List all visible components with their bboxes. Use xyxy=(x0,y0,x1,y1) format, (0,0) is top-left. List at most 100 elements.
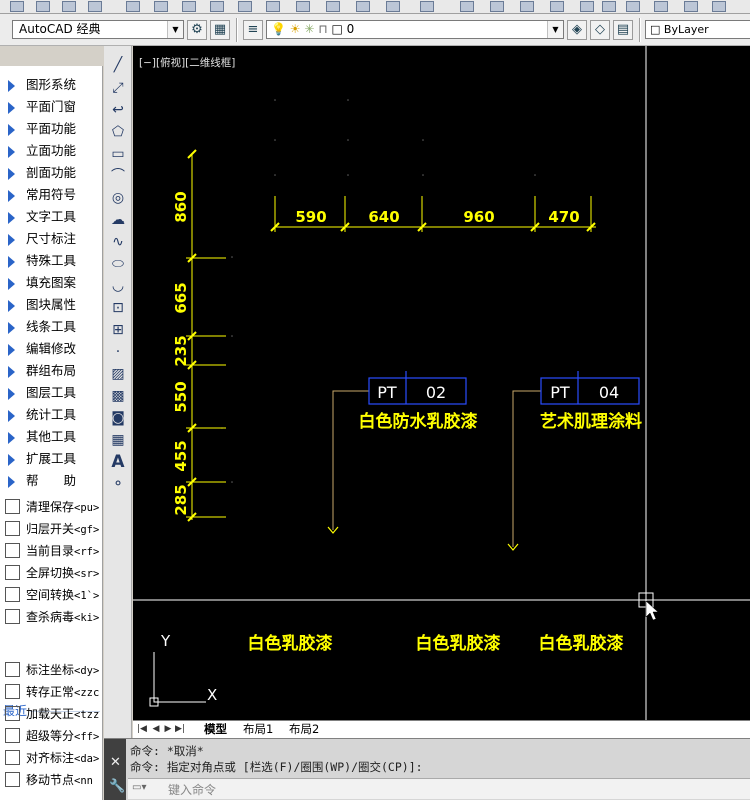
command-item[interactable]: 归层开关<gf> xyxy=(0,518,103,540)
save-icon[interactable] xyxy=(62,1,76,12)
region-icon[interactable]: ◙ xyxy=(108,409,128,427)
previous-tab-icon[interactable]: ◀ xyxy=(151,723,161,735)
hatch-icon[interactable] xyxy=(326,1,340,12)
command-item[interactable]: 标注坐标<dy> xyxy=(0,659,103,681)
make-block-icon[interactable]: ⊞ xyxy=(108,321,128,339)
markup-icon[interactable] xyxy=(654,1,668,12)
first-tab-icon[interactable]: |◀ xyxy=(137,723,147,735)
cut-icon[interactable] xyxy=(182,1,196,12)
menu-item[interactable]: 特殊工具 xyxy=(0,250,103,272)
add-selected-icon[interactable]: ⚬ xyxy=(108,475,128,493)
next-tab-icon[interactable]: ▶ xyxy=(163,723,173,735)
workspace-settings-gear-icon[interactable]: ⚙ xyxy=(187,20,207,40)
menu-item[interactable]: 图层工具 xyxy=(0,382,103,404)
ellipse-arc-icon[interactable]: ◡ xyxy=(108,277,128,295)
command-item[interactable]: 超级等分<ff> xyxy=(0,725,103,747)
menu-item[interactable]: 图块属性 xyxy=(0,294,103,316)
command-item[interactable]: 全屏切换<sr> xyxy=(0,562,103,584)
menu-item[interactable]: 图形系统 xyxy=(0,74,103,96)
menu-item[interactable]: 帮 助 xyxy=(0,470,103,492)
publish-icon[interactable] xyxy=(126,1,140,12)
new-icon[interactable] xyxy=(10,1,24,12)
insert-block-icon[interactable]: ⊡ xyxy=(108,299,128,317)
menu-item[interactable]: 统计工具 xyxy=(0,404,103,426)
polyline-icon[interactable]: ↩ xyxy=(108,101,128,119)
menu-item[interactable]: 编辑修改 xyxy=(0,338,103,360)
drawing-canvas[interactable]: 590 640 960 470 860 665 235 550 455 285 … xyxy=(133,46,750,720)
open-icon[interactable] xyxy=(36,1,50,12)
workspace-select[interactable]: AutoCAD 经典 ▼ xyxy=(12,20,184,39)
paste-icon[interactable] xyxy=(238,1,252,12)
menu-item[interactable]: 剖面功能 xyxy=(0,162,103,184)
tab-model[interactable]: 模型 xyxy=(198,722,233,738)
rectangle-icon[interactable]: ▭ xyxy=(108,145,128,163)
command-item[interactable]: 当前目录<rf> xyxy=(0,540,103,562)
block-icon[interactable] xyxy=(296,1,310,12)
command-item[interactable]: 清理保存<pu> xyxy=(0,496,103,518)
menu-item[interactable]: 文字工具 xyxy=(0,206,103,228)
redo-icon[interactable] xyxy=(420,1,434,12)
menu-item[interactable]: 常用符号 xyxy=(0,184,103,206)
ellipse-icon[interactable]: ⬭ xyxy=(108,255,128,273)
zoom-icon[interactable] xyxy=(490,1,504,12)
construction-line-icon[interactable]: ⤢ xyxy=(108,79,128,97)
workspace-lock-icon[interactable]: ▦ xyxy=(210,20,230,40)
point-icon[interactable]: · xyxy=(108,343,128,361)
undo-icon[interactable] xyxy=(386,1,400,12)
line-icon[interactable]: ╱ xyxy=(108,56,128,74)
revision-cloud-icon[interactable]: ☁ xyxy=(108,211,128,229)
menu-item[interactable]: 其他工具 xyxy=(0,426,103,448)
material-tag-pt02[interactable]: PT 02 白色防水乳胶漆 xyxy=(327,371,478,534)
layer-previous-icon[interactable]: ◇ xyxy=(590,20,610,40)
table-icon[interactable]: ▦ xyxy=(108,431,128,449)
command-item[interactable]: 查杀病毒<ki> xyxy=(0,606,103,628)
menu-item[interactable]: 扩展工具 xyxy=(0,448,103,470)
viewport-controls[interactable]: [−][俯视][二维线框] xyxy=(139,55,235,70)
help-icon[interactable] xyxy=(712,1,726,12)
menu-item[interactable]: 立面功能 xyxy=(0,140,103,162)
layer-manager-icon[interactable]: ≡ xyxy=(243,20,263,40)
command-prompt-icon[interactable]: ▭▾ xyxy=(132,782,150,796)
hatch-icon[interactable]: ▨ xyxy=(108,365,128,383)
circle-icon[interactable]: ◎ xyxy=(108,189,128,207)
gradient-icon[interactable]: ▩ xyxy=(108,387,128,405)
menu-item[interactable]: 群组布局 xyxy=(0,360,103,382)
command-item[interactable]: 对齐标注<da> xyxy=(0,747,103,769)
tab-layout2[interactable]: 布局2 xyxy=(283,722,325,738)
tab-layout1[interactable]: 布局1 xyxy=(237,722,279,738)
print-icon[interactable] xyxy=(88,1,102,12)
properties-icon[interactable] xyxy=(580,1,594,12)
plot-icon[interactable] xyxy=(154,1,168,12)
arc-icon[interactable]: ⌒ xyxy=(108,167,128,185)
tool-palette-icon[interactable] xyxy=(626,1,640,12)
chevron-down-icon[interactable]: ▼ xyxy=(167,21,183,38)
chevron-down-icon[interactable]: ▼ xyxy=(547,21,563,38)
menu-item[interactable]: 尺寸标注 xyxy=(0,228,103,250)
menu-item[interactable]: 平面门窗 xyxy=(0,96,103,118)
zoom-previous-icon[interactable] xyxy=(550,1,564,12)
calc-icon[interactable] xyxy=(684,1,698,12)
layer-state-icon[interactable]: ▤ xyxy=(613,20,633,40)
layer-select[interactable]: 💡 ☀ ✳ ⊓ □ 0 ▼ xyxy=(266,20,564,39)
zoom-window-icon[interactable] xyxy=(520,1,534,12)
menu-item[interactable]: 平面功能 xyxy=(0,118,103,140)
material-tag-pt04[interactable]: PT 04 艺术肌理涂料 xyxy=(507,371,642,551)
command-input[interactable]: ▭▾ 键入命令 xyxy=(128,778,750,799)
last-tab-icon[interactable]: ▶| xyxy=(175,723,185,735)
command-item[interactable]: 移动节点<nn xyxy=(0,769,103,791)
multiline-text-icon[interactable]: A xyxy=(108,453,128,471)
make-current-icon[interactable]: ◈ xyxy=(567,20,587,40)
match-icon[interactable] xyxy=(266,1,280,12)
wrench-icon[interactable]: 🔧 xyxy=(109,779,125,794)
color-select[interactable]: □ ByLayer xyxy=(645,20,750,39)
layer-icon[interactable] xyxy=(356,1,370,12)
menu-item[interactable]: 线条工具 xyxy=(0,316,103,338)
polygon-icon[interactable]: ⬠ xyxy=(108,123,128,141)
spline-icon[interactable]: ∿ xyxy=(108,233,128,251)
command-item[interactable]: 转存正常<zzc xyxy=(0,681,103,703)
design-center-icon[interactable] xyxy=(602,1,616,12)
command-item[interactable]: 空间转换<1`> xyxy=(0,584,103,606)
pan-icon[interactable] xyxy=(460,1,474,12)
close-icon[interactable]: ✕ xyxy=(110,755,121,770)
menu-item[interactable]: 填充图案 xyxy=(0,272,103,294)
